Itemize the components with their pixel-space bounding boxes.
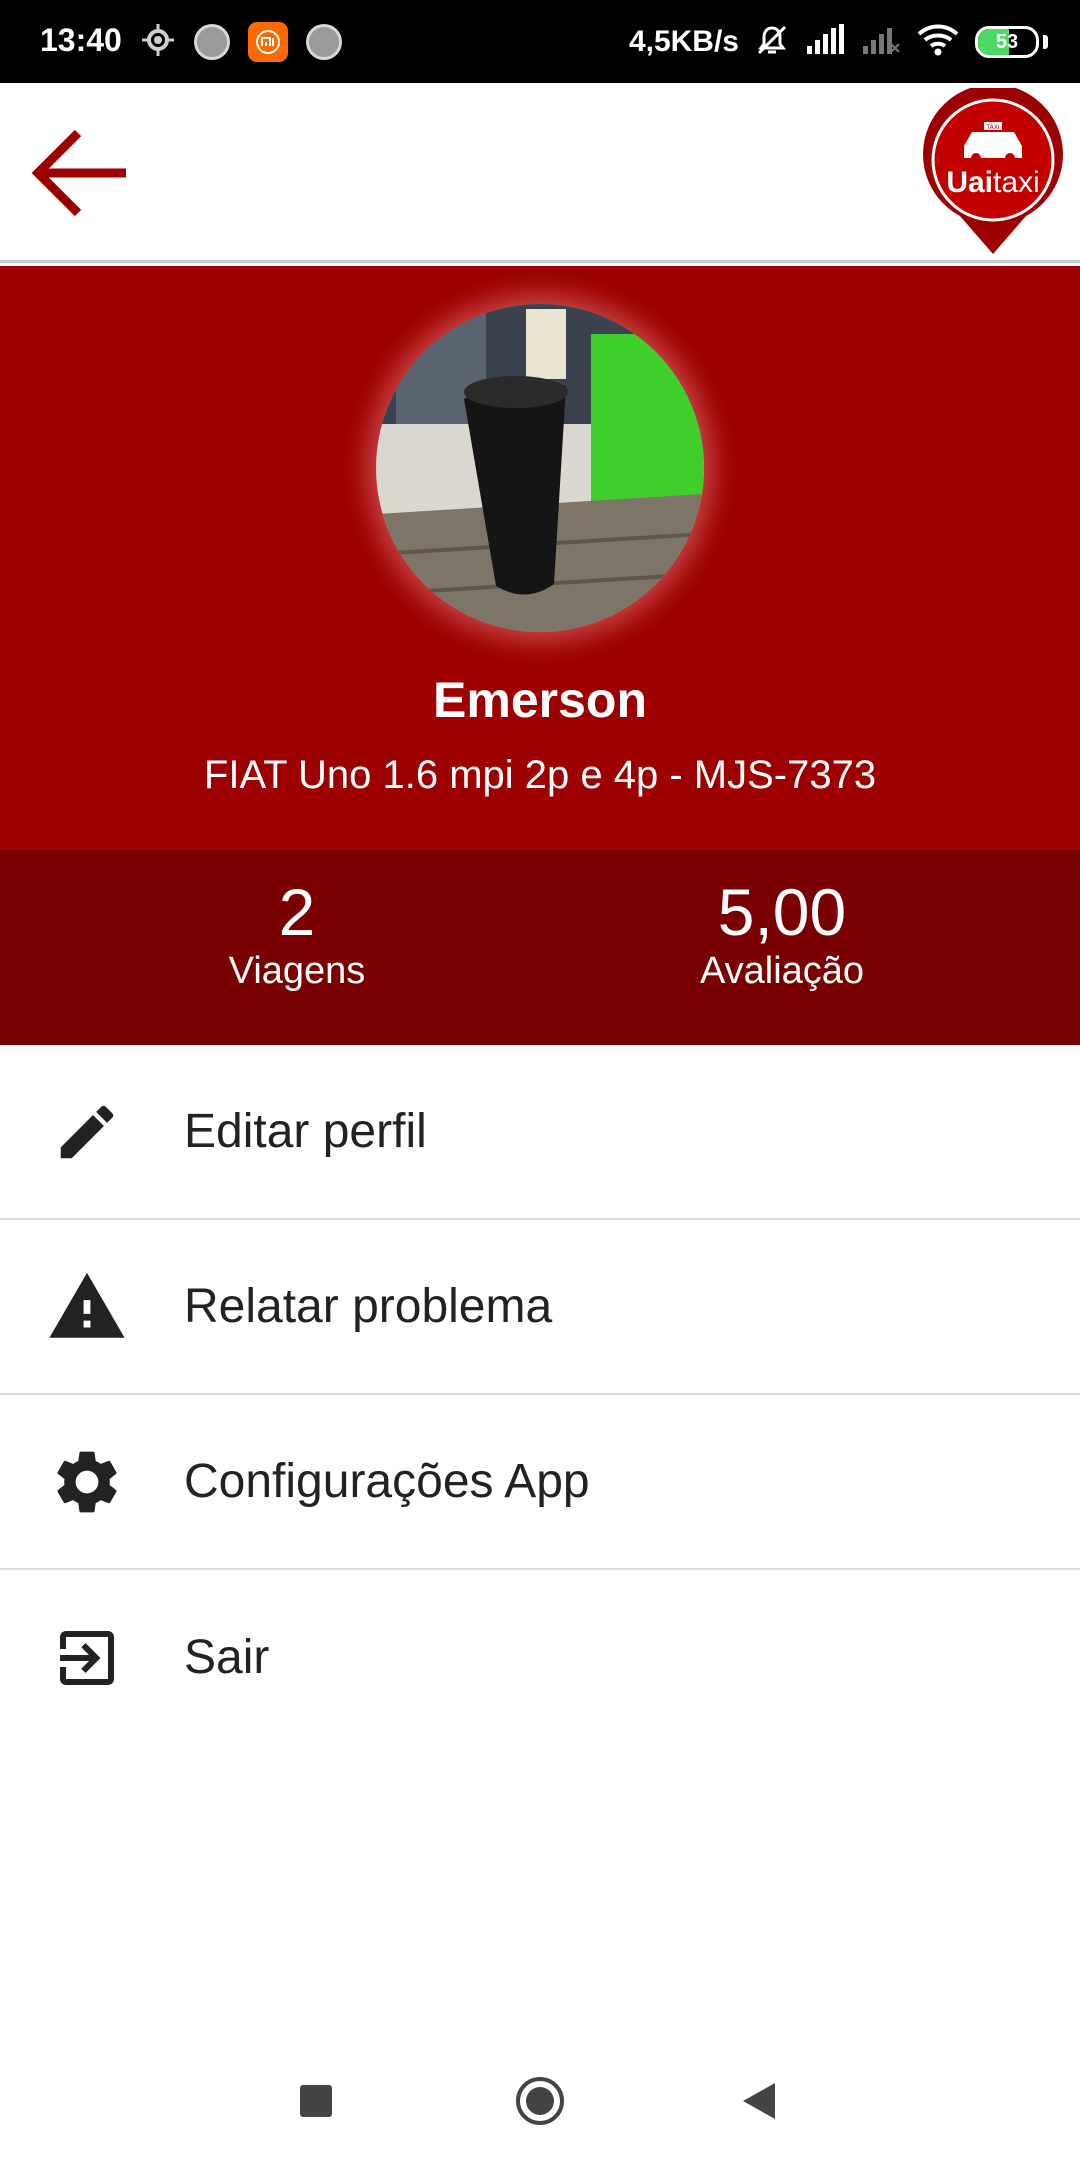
logo-badge: TAXI	[985, 124, 999, 131]
status-bar: 13:40 4,5KB/s 53	[0, 0, 1080, 83]
rating-label: Avaliação	[699, 950, 865, 992]
home-button[interactable]	[507, 2068, 573, 2134]
stats-bar: 2 Viagens 5,00 Avaliação	[0, 850, 1080, 1045]
profile-name: Emerson	[433, 672, 647, 728]
svg-text:Uaitaxi: Uaitaxi	[946, 166, 1039, 199]
trips-count: 2	[278, 875, 316, 949]
status-system-icons: 4,5KB/s 53	[629, 18, 1048, 66]
profile-screen: 13:40 4,5KB/s 53 TAXI Uaitaxi Emerson FI…	[0, 0, 1080, 2160]
avatar[interactable]	[376, 304, 704, 632]
trips-label: Viagens	[228, 950, 366, 992]
status-time: 13:40	[40, 22, 122, 58]
menu-item-edit-profile[interactable]: Editar perfil	[0, 1045, 1080, 1220]
vehicle-info: FIAT Uno 1.6 mpi 2p e 4p - MJS-7373	[203, 753, 877, 797]
back-nav-button[interactable]	[726, 2068, 792, 2134]
trips-stat: 2 Viagens	[97, 875, 497, 993]
alarm-off-icon	[755, 23, 789, 62]
recents-icon	[300, 2085, 332, 2117]
app-dot-icon	[194, 24, 230, 60]
system-navigation-bar	[0, 2040, 1080, 2160]
battery-tip	[1043, 35, 1048, 49]
battery-icon: 53	[975, 26, 1039, 58]
arrow-left-icon	[31, 129, 126, 217]
network-speed: 4,5KB/s	[628, 25, 739, 58]
back-button[interactable]	[20, 113, 140, 233]
app-dot-icon	[306, 24, 342, 60]
menu-item-label: Editar perfil	[184, 1105, 427, 1158]
status-notification-icons	[140, 20, 342, 64]
back-icon	[743, 2083, 775, 2119]
wifi-icon	[917, 23, 959, 62]
mi-icon	[248, 22, 288, 62]
gear-icon	[45, 1440, 129, 1524]
uaitaxi-logo: TAXI Uaitaxi	[918, 84, 1068, 256]
rating-value: 5,00	[717, 875, 847, 949]
logout-icon	[45, 1616, 129, 1700]
location-icon	[140, 22, 176, 63]
menu-item-report-problem[interactable]: Relatar problema	[0, 1220, 1080, 1395]
rating-stat: 5,00 Avaliação	[582, 875, 982, 993]
menu-item-label: Configurações App	[184, 1455, 590, 1508]
home-icon	[516, 2077, 564, 2125]
profile-menu: Editar perfil Relatar problema Configura…	[0, 1045, 1080, 1745]
warning-icon	[45, 1265, 129, 1349]
pencil-icon	[45, 1090, 129, 1174]
logo-text-bold: Uai	[946, 166, 993, 199]
logo-text-light: taxi	[993, 166, 1040, 199]
menu-item-logout[interactable]: Sair	[0, 1570, 1080, 1745]
top-bar: TAXI Uaitaxi	[0, 83, 1080, 263]
profile-header: Emerson FIAT Uno 1.6 mpi 2p e 4p - MJS-7…	[0, 266, 1080, 850]
menu-item-label: Sair	[184, 1631, 270, 1684]
menu-item-label: Relatar problema	[184, 1280, 553, 1333]
recents-button[interactable]	[283, 2068, 349, 2134]
battery-level: 53	[995, 30, 1019, 53]
signal-icon	[805, 23, 845, 61]
menu-item-app-settings[interactable]: Configurações App	[0, 1395, 1080, 1570]
signal-weak-icon	[861, 24, 901, 61]
